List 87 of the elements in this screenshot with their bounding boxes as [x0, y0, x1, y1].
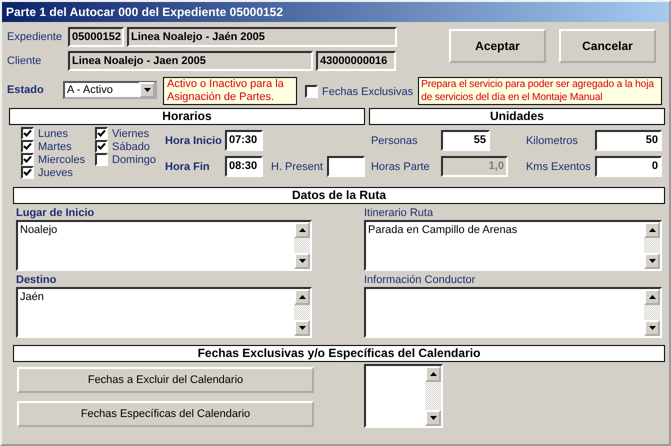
name-field[interactable]: Linea Noalejo - Jaén 2005: [127, 27, 397, 47]
field-label: Itinerario Ruta: [364, 207, 434, 220]
section-header: Fechas Exclusivas y/o Específicas del Calendario: [13, 345, 665, 362]
triangle-down-icon: [144, 88, 150, 92]
scroll-up-button[interactable]: [644, 222, 660, 238]
triangle-down-icon: [430, 416, 436, 420]
dialog-button[interactable]: Aceptar: [449, 29, 546, 63]
text-value: Jaén: [20, 291, 44, 303]
status-dropdown[interactable]: A - Activo: [63, 81, 157, 99]
dialog-button[interactable]: Cancelar: [559, 29, 656, 63]
scrollbar[interactable]: [294, 222, 310, 269]
field-label: H. Present: [271, 160, 323, 172]
scroll-down-button[interactable]: [644, 320, 660, 336]
triangle-down-icon: [298, 326, 306, 330]
triangle-up-icon: [648, 295, 656, 299]
triangle-down-icon: [648, 326, 656, 330]
field-label: Kms Exentos: [524, 160, 592, 172]
scroll-up-button[interactable]: [294, 222, 310, 238]
checkbox[interactable]: [95, 153, 108, 166]
text-area[interactable]: Jaén: [16, 287, 312, 338]
checkbox-label: Domingo: [112, 154, 156, 166]
field-label: Horas Parte: [370, 160, 431, 172]
name-field[interactable]: Linea Noalejo - Jaen 2005: [68, 51, 313, 71]
scroll-down-button[interactable]: [644, 253, 660, 269]
checkbox[interactable]: [95, 140, 108, 153]
checkbox-label: Viernes: [112, 128, 150, 140]
checkbox[interactable]: [21, 140, 34, 153]
field-label: Hora Inicio: [165, 134, 223, 146]
checkbox-label: Lunes: [38, 128, 68, 140]
date-list[interactable]: [364, 364, 443, 428]
field-label: Personas: [370, 134, 418, 146]
text-area[interactable]: [364, 287, 662, 338]
triangle-down-icon: [298, 259, 306, 263]
dropdown-button[interactable]: [139, 82, 155, 98]
scroll-down-button[interactable]: [425, 410, 441, 426]
checkbox[interactable]: [305, 85, 318, 98]
checkbox-label: Martes: [38, 140, 72, 152]
checkbox[interactable]: [21, 153, 34, 166]
scroll-up-button[interactable]: [294, 289, 310, 305]
triangle-up-icon: [648, 228, 656, 232]
triangle-up-icon: [298, 295, 306, 299]
field-label: Hora Fin: [165, 160, 211, 172]
checkbox-label: Miercoles: [38, 154, 86, 166]
code-field[interactable]: 43000000016: [316, 51, 396, 71]
number-field[interactable]: 55: [440, 130, 490, 151]
scroll-down-button[interactable]: [294, 253, 310, 269]
text-area[interactable]: Parada en Campillo de Arenas: [364, 220, 662, 271]
field-label: Estado: [7, 84, 45, 96]
scroll-up-button[interactable]: [644, 289, 660, 305]
window-title: Parte 1 del Autocar 000 del Expediente 05000152: [2, 2, 669, 22]
section-header: Horarios: [9, 108, 365, 125]
text-area[interactable]: Noalejo: [16, 220, 312, 271]
text-value: Parada en Campillo de Arenas: [368, 224, 518, 236]
checkbox[interactable]: [21, 166, 34, 179]
section-header: Datos de la Ruta: [13, 187, 665, 204]
time-field[interactable]: 07:30: [225, 130, 263, 151]
field-label: Información Conductor: [364, 274, 476, 287]
triangle-up-icon: [430, 372, 436, 376]
time-field[interactable]: 08:30: [225, 156, 263, 177]
code-field[interactable]: 05000152: [68, 27, 124, 47]
number-field[interactable]: 50: [594, 130, 662, 151]
checkbox-label: Sábado: [112, 140, 150, 152]
scrollbar[interactable]: [425, 366, 441, 426]
number-field[interactable]: 0: [594, 156, 662, 177]
hint-note: Activo o Inactivo para la Asignación de Partes.: [163, 77, 297, 105]
checkbox[interactable]: [21, 127, 34, 140]
time-field[interactable]: [326, 156, 365, 177]
hint-note: Prepara el servicio para poder ser agregado a la hoja de servicios del día en el Montaje Manual: [418, 77, 662, 105]
field-label: Destino: [16, 274, 58, 287]
scrollbar[interactable]: [644, 222, 660, 269]
field-label: Cliente: [7, 55, 42, 67]
scrollbar[interactable]: [294, 289, 310, 336]
scroll-up-button[interactable]: [425, 366, 441, 382]
field-label: Lugar de Inicio: [16, 207, 96, 220]
scroll-down-button[interactable]: [294, 320, 310, 336]
triangle-down-icon: [648, 259, 656, 263]
section-header: Unidades: [368, 108, 665, 125]
field-label: Expediente: [7, 31, 64, 43]
triangle-up-icon: [298, 228, 306, 232]
text-value: Noalejo: [20, 224, 58, 236]
checkbox-label: Jueves: [38, 166, 73, 178]
calendar-button[interactable]: Fechas a Excluir del Calendario: [17, 367, 314, 393]
field-label: Kilometros: [524, 134, 579, 146]
checkbox-label: Fechas Exclusivas: [322, 86, 414, 98]
scrollbar[interactable]: [644, 289, 660, 336]
calendar-button[interactable]: Fechas Específicas del Calendario: [17, 401, 314, 427]
checkbox[interactable]: [95, 127, 108, 140]
